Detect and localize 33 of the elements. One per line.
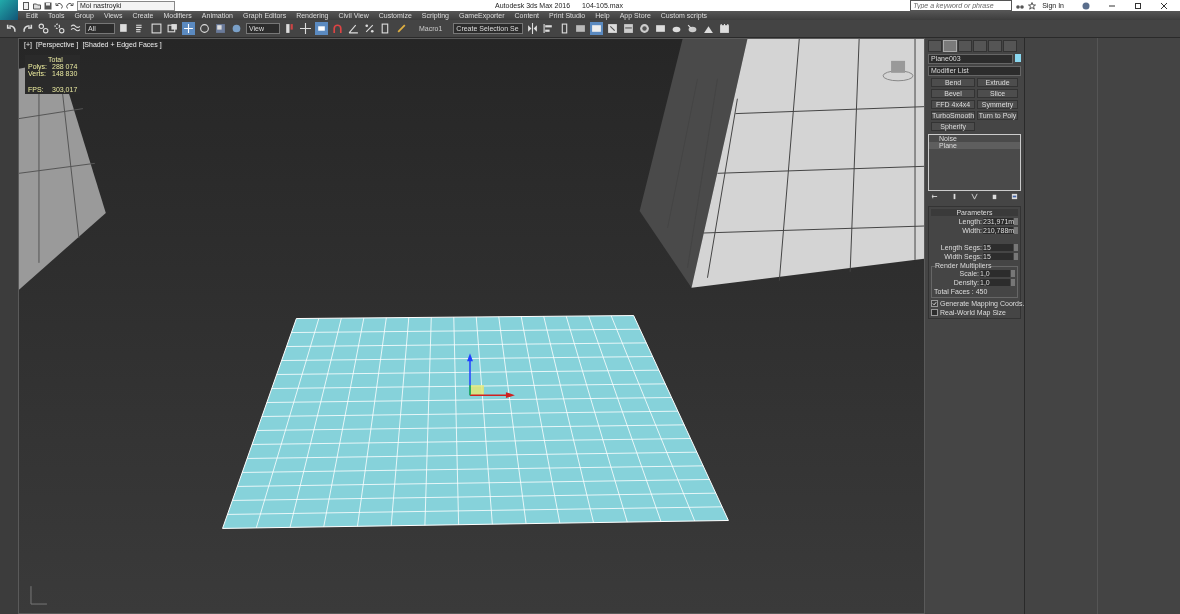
pencil-icon[interactable]: [395, 22, 408, 35]
pivot-icon[interactable]: [283, 22, 296, 35]
save-icon[interactable]: [44, 1, 52, 10]
folder-icon[interactable]: [33, 1, 41, 10]
move-icon[interactable]: [182, 22, 195, 35]
star-icon[interactable]: [1028, 1, 1037, 10]
maximize-icon[interactable]: [1134, 1, 1142, 10]
color-swatch[interactable]: [1015, 54, 1021, 62]
scale-icon[interactable]: [214, 22, 227, 35]
redo-icon[interactable]: [66, 1, 74, 10]
undo-icon[interactable]: [5, 22, 18, 35]
link-icon[interactable]: [37, 22, 50, 35]
unlink-icon[interactable]: [53, 22, 66, 35]
undo-icon[interactable]: [55, 1, 63, 10]
globe-icon[interactable]: [230, 22, 243, 35]
move-gizmo-drawing[interactable]: [467, 353, 515, 399]
window-crossing-icon[interactable]: [166, 22, 179, 35]
help-icon[interactable]: [1082, 1, 1090, 10]
curve-editor-icon[interactable]: [589, 22, 603, 35]
close-icon[interactable]: [1160, 1, 1168, 10]
crosshair-icon[interactable]: [299, 22, 312, 35]
rotate-icon[interactable]: [198, 22, 211, 35]
mirror-icon[interactable]: [525, 22, 539, 35]
checkbox[interactable]: [931, 309, 938, 316]
rectangle-selection-icon[interactable]: [150, 22, 163, 35]
plane-mesh-drawing[interactable]: [222, 315, 729, 529]
percent-snap-icon[interactable]: [363, 22, 376, 35]
redo-icon[interactable]: [21, 22, 34, 35]
checkbox[interactable]: [931, 300, 938, 307]
align-icon[interactable]: [541, 22, 555, 35]
new-file-icon[interactable]: [22, 1, 30, 10]
axis-tripod-icon: [30, 585, 48, 605]
angle-snap-icon[interactable]: [347, 22, 360, 35]
